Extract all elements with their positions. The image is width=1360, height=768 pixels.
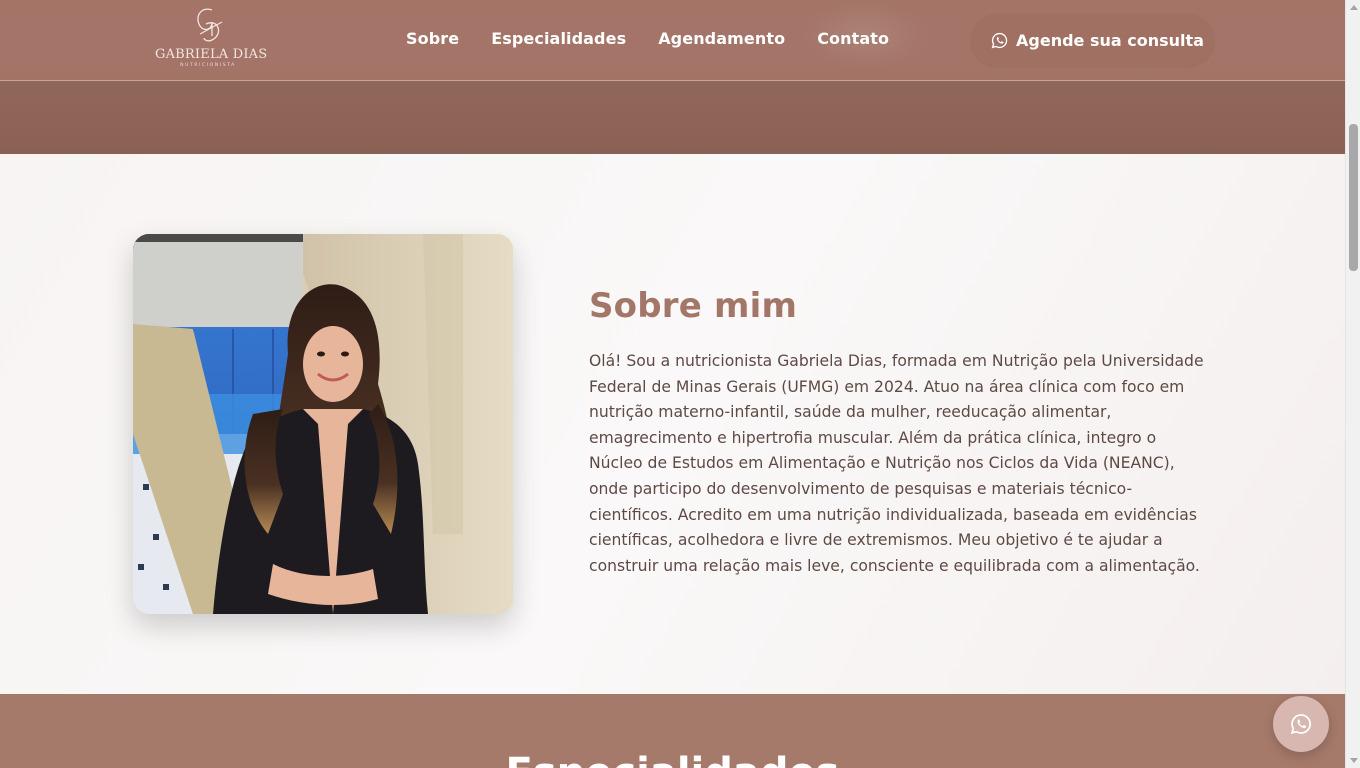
whatsapp-icon [1290, 714, 1311, 735]
nav-link-contato[interactable]: Contato [817, 29, 889, 48]
nav-link-especialidades[interactable]: Especialidades [491, 29, 626, 48]
scrollbar-thumb[interactable] [1349, 124, 1358, 271]
profile-photo [133, 234, 513, 614]
floating-whatsapp-button[interactable] [1273, 696, 1329, 752]
logo-name: GABRIELA DIAS [155, 47, 268, 62]
whatsapp-icon [991, 32, 1008, 48]
schedule-appointment-button[interactable]: Agende sua consulta [971, 14, 1214, 66]
about-section: Sobre mim Olá! Sou a nutricionista Gabri… [0, 154, 1345, 694]
specialties-section: Especialidades [0, 694, 1345, 768]
about-title: Sobre mim [589, 286, 798, 326]
logo-monogram-icon [197, 8, 223, 42]
specialties-title: Especialidades [0, 750, 1345, 768]
nav-link-sobre[interactable]: Sobre [406, 29, 459, 48]
cta-label: Agende sua consulta [1016, 30, 1204, 50]
page: GABRIELA DIAS NUTRICIONISTA Sobre Especi… [0, 0, 1345, 768]
logo[interactable]: GABRIELA DIAS NUTRICIONISTA [155, 4, 268, 74]
nav-link-agendamento[interactable]: Agendamento [658, 29, 785, 48]
nutritionist-portrait-image [133, 234, 513, 614]
navbar: GABRIELA DIAS NUTRICIONISTA Sobre Especi… [0, 0, 1345, 81]
logo-subtitle: NUTRICIONISTA [180, 63, 236, 68]
scroll-down-arrow-icon[interactable] [1350, 758, 1358, 763]
main-nav: Sobre Especialidades Agendamento Contato [406, 29, 889, 48]
scroll-up-arrow-icon[interactable] [1350, 5, 1358, 10]
about-description: Olá! Sou a nutricionista Gabriela Dias, … [589, 352, 1204, 575]
page-scrollbar[interactable] [1345, 0, 1360, 768]
